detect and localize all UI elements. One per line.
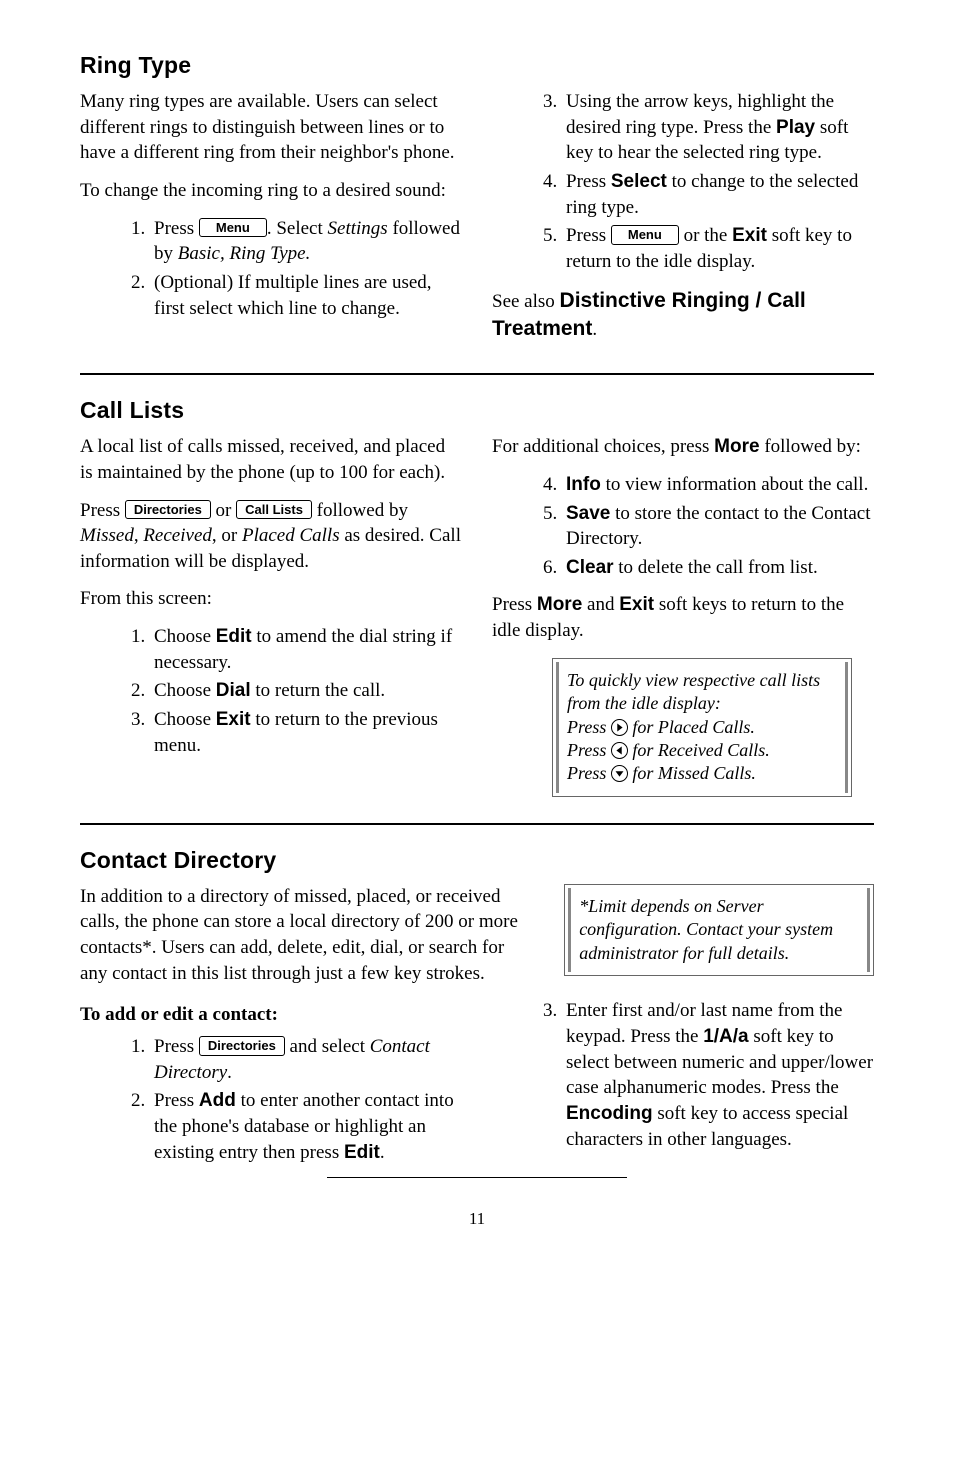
- exit-softkey: Exit: [216, 709, 251, 730]
- directories-key: Directories: [125, 500, 211, 520]
- select-softkey: Select: [611, 171, 667, 192]
- list-item: (Optional) If multiple lines are used, f…: [150, 270, 462, 321]
- options-list-cont: Info to view information about the call.…: [492, 472, 874, 581]
- clear-softkey: Clear: [566, 557, 614, 578]
- tip-callout: To quickly view respective call lists fr…: [552, 658, 852, 797]
- tip-line: Press for Received Calls.: [567, 739, 837, 762]
- two-column-layout: In addition to a directory of missed, pl…: [80, 884, 874, 999]
- paragraph: For additional choices, press More follo…: [492, 434, 874, 460]
- section-divider: [80, 373, 874, 375]
- paragraph: Press Directories or Call Lists followed…: [80, 498, 462, 575]
- list-item: Press Directories and select Contact Dir…: [150, 1034, 462, 1085]
- paragraph: Many ring types are available. Users can…: [80, 89, 462, 166]
- left-column: To add or edit a contact: Press Director…: [80, 998, 462, 1177]
- list-item: Press Menu or the Exit soft key to retur…: [562, 223, 874, 274]
- left-column: A local list of calls missed, received, …: [80, 434, 462, 804]
- steps-list-cont: Enter first and/or last name from the ke…: [492, 998, 874, 1152]
- exit-softkey: Exit: [732, 225, 767, 246]
- arrow-down-icon: [611, 765, 628, 782]
- right-column: Using the arrow keys, highlight the desi…: [492, 89, 874, 355]
- list-item: Info to view information about the call.: [562, 472, 874, 498]
- right-column: *Limit depends on Server configuration. …: [554, 884, 874, 999]
- left-column: Many ring types are available. Users can…: [80, 89, 462, 355]
- tip-line: Press for Placed Calls.: [567, 716, 837, 739]
- paragraph: In addition to a directory of missed, pl…: [80, 884, 524, 987]
- menu-key: Menu: [199, 218, 267, 238]
- see-also-line: See also Distinctive Ringing / Call Trea…: [492, 287, 874, 344]
- arrow-right-icon: [611, 719, 628, 736]
- section-divider: [80, 823, 874, 825]
- list-item: Choose Edit to amend the dial string if …: [150, 624, 462, 675]
- two-column-layout: Many ring types are available. Users can…: [80, 89, 874, 355]
- info-softkey: Info: [566, 474, 601, 495]
- tip-line: To quickly view respective call lists fr…: [567, 669, 837, 716]
- list-item: Enter first and/or last name from the ke…: [562, 998, 874, 1152]
- play-softkey: Play: [776, 117, 815, 138]
- list-item: Press Select to change to the selected r…: [562, 169, 874, 220]
- list-item: Save to store the contact to the Contact…: [562, 501, 874, 552]
- paragraph: A local list of calls missed, received, …: [80, 434, 462, 485]
- list-item: Using the arrow keys, highlight the desi…: [562, 89, 874, 166]
- section-title: Call Lists: [80, 395, 874, 426]
- paragraph: Press More and Exit soft keys to return …: [492, 592, 874, 643]
- left-column: In addition to a directory of missed, pl…: [80, 884, 524, 999]
- list-item: Press Menu. Select Settings followed by …: [150, 216, 462, 267]
- list-item: Clear to delete the call from list.: [562, 555, 874, 581]
- paragraph: To change the incoming ring to a desired…: [80, 178, 462, 204]
- more-softkey: More: [537, 594, 582, 615]
- edit-softkey: Edit: [344, 1142, 380, 1163]
- one-a-a-softkey: 1/A/a: [703, 1026, 748, 1047]
- arrow-left-icon: [611, 742, 628, 759]
- steps-list-cont: Using the arrow keys, highlight the desi…: [492, 89, 874, 274]
- list-item: Press Add to enter another contact into …: [150, 1088, 462, 1165]
- more-softkey: More: [714, 436, 759, 457]
- encoding-softkey: Encoding: [566, 1103, 653, 1124]
- right-column: Enter first and/or last name from the ke…: [492, 998, 874, 1177]
- list-item: Choose Dial to return the call.: [150, 678, 462, 704]
- section-title: Ring Type: [80, 50, 874, 81]
- section-call-lists: Call Lists A local list of calls missed,…: [80, 395, 874, 804]
- page-number: 11: [80, 1208, 874, 1231]
- note-callout: *Limit depends on Server configuration. …: [564, 884, 874, 976]
- edit-softkey: Edit: [216, 626, 252, 647]
- options-list: Choose Edit to amend the dial string if …: [80, 624, 462, 758]
- page-number-rule: [327, 1177, 627, 1178]
- directories-key: Directories: [199, 1036, 285, 1056]
- steps-list: Press Directories and select Contact Dir…: [80, 1034, 462, 1165]
- list-item: Choose Exit to return to the previous me…: [150, 707, 462, 758]
- right-column: For additional choices, press More follo…: [492, 434, 874, 804]
- menu-key: Menu: [611, 225, 679, 245]
- two-column-layout: To add or edit a contact: Press Director…: [80, 998, 874, 1177]
- add-softkey: Add: [199, 1090, 236, 1111]
- steps-list: Press Menu. Select Settings followed by …: [80, 216, 462, 322]
- subheading: To add or edit a contact:: [80, 1002, 462, 1028]
- section-title: Contact Directory: [80, 845, 874, 876]
- two-column-layout: A local list of calls missed, received, …: [80, 434, 874, 804]
- section-contact-directory: Contact Directory In addition to a direc…: [80, 845, 874, 1177]
- dial-softkey: Dial: [216, 680, 251, 701]
- section-ring-type: Ring Type Many ring types are available.…: [80, 50, 874, 355]
- exit-softkey: Exit: [619, 594, 654, 615]
- save-softkey: Save: [566, 503, 610, 524]
- paragraph: From this screen:: [80, 586, 462, 612]
- call-lists-key: Call Lists: [236, 500, 312, 520]
- tip-line: Press for Missed Calls.: [567, 762, 837, 785]
